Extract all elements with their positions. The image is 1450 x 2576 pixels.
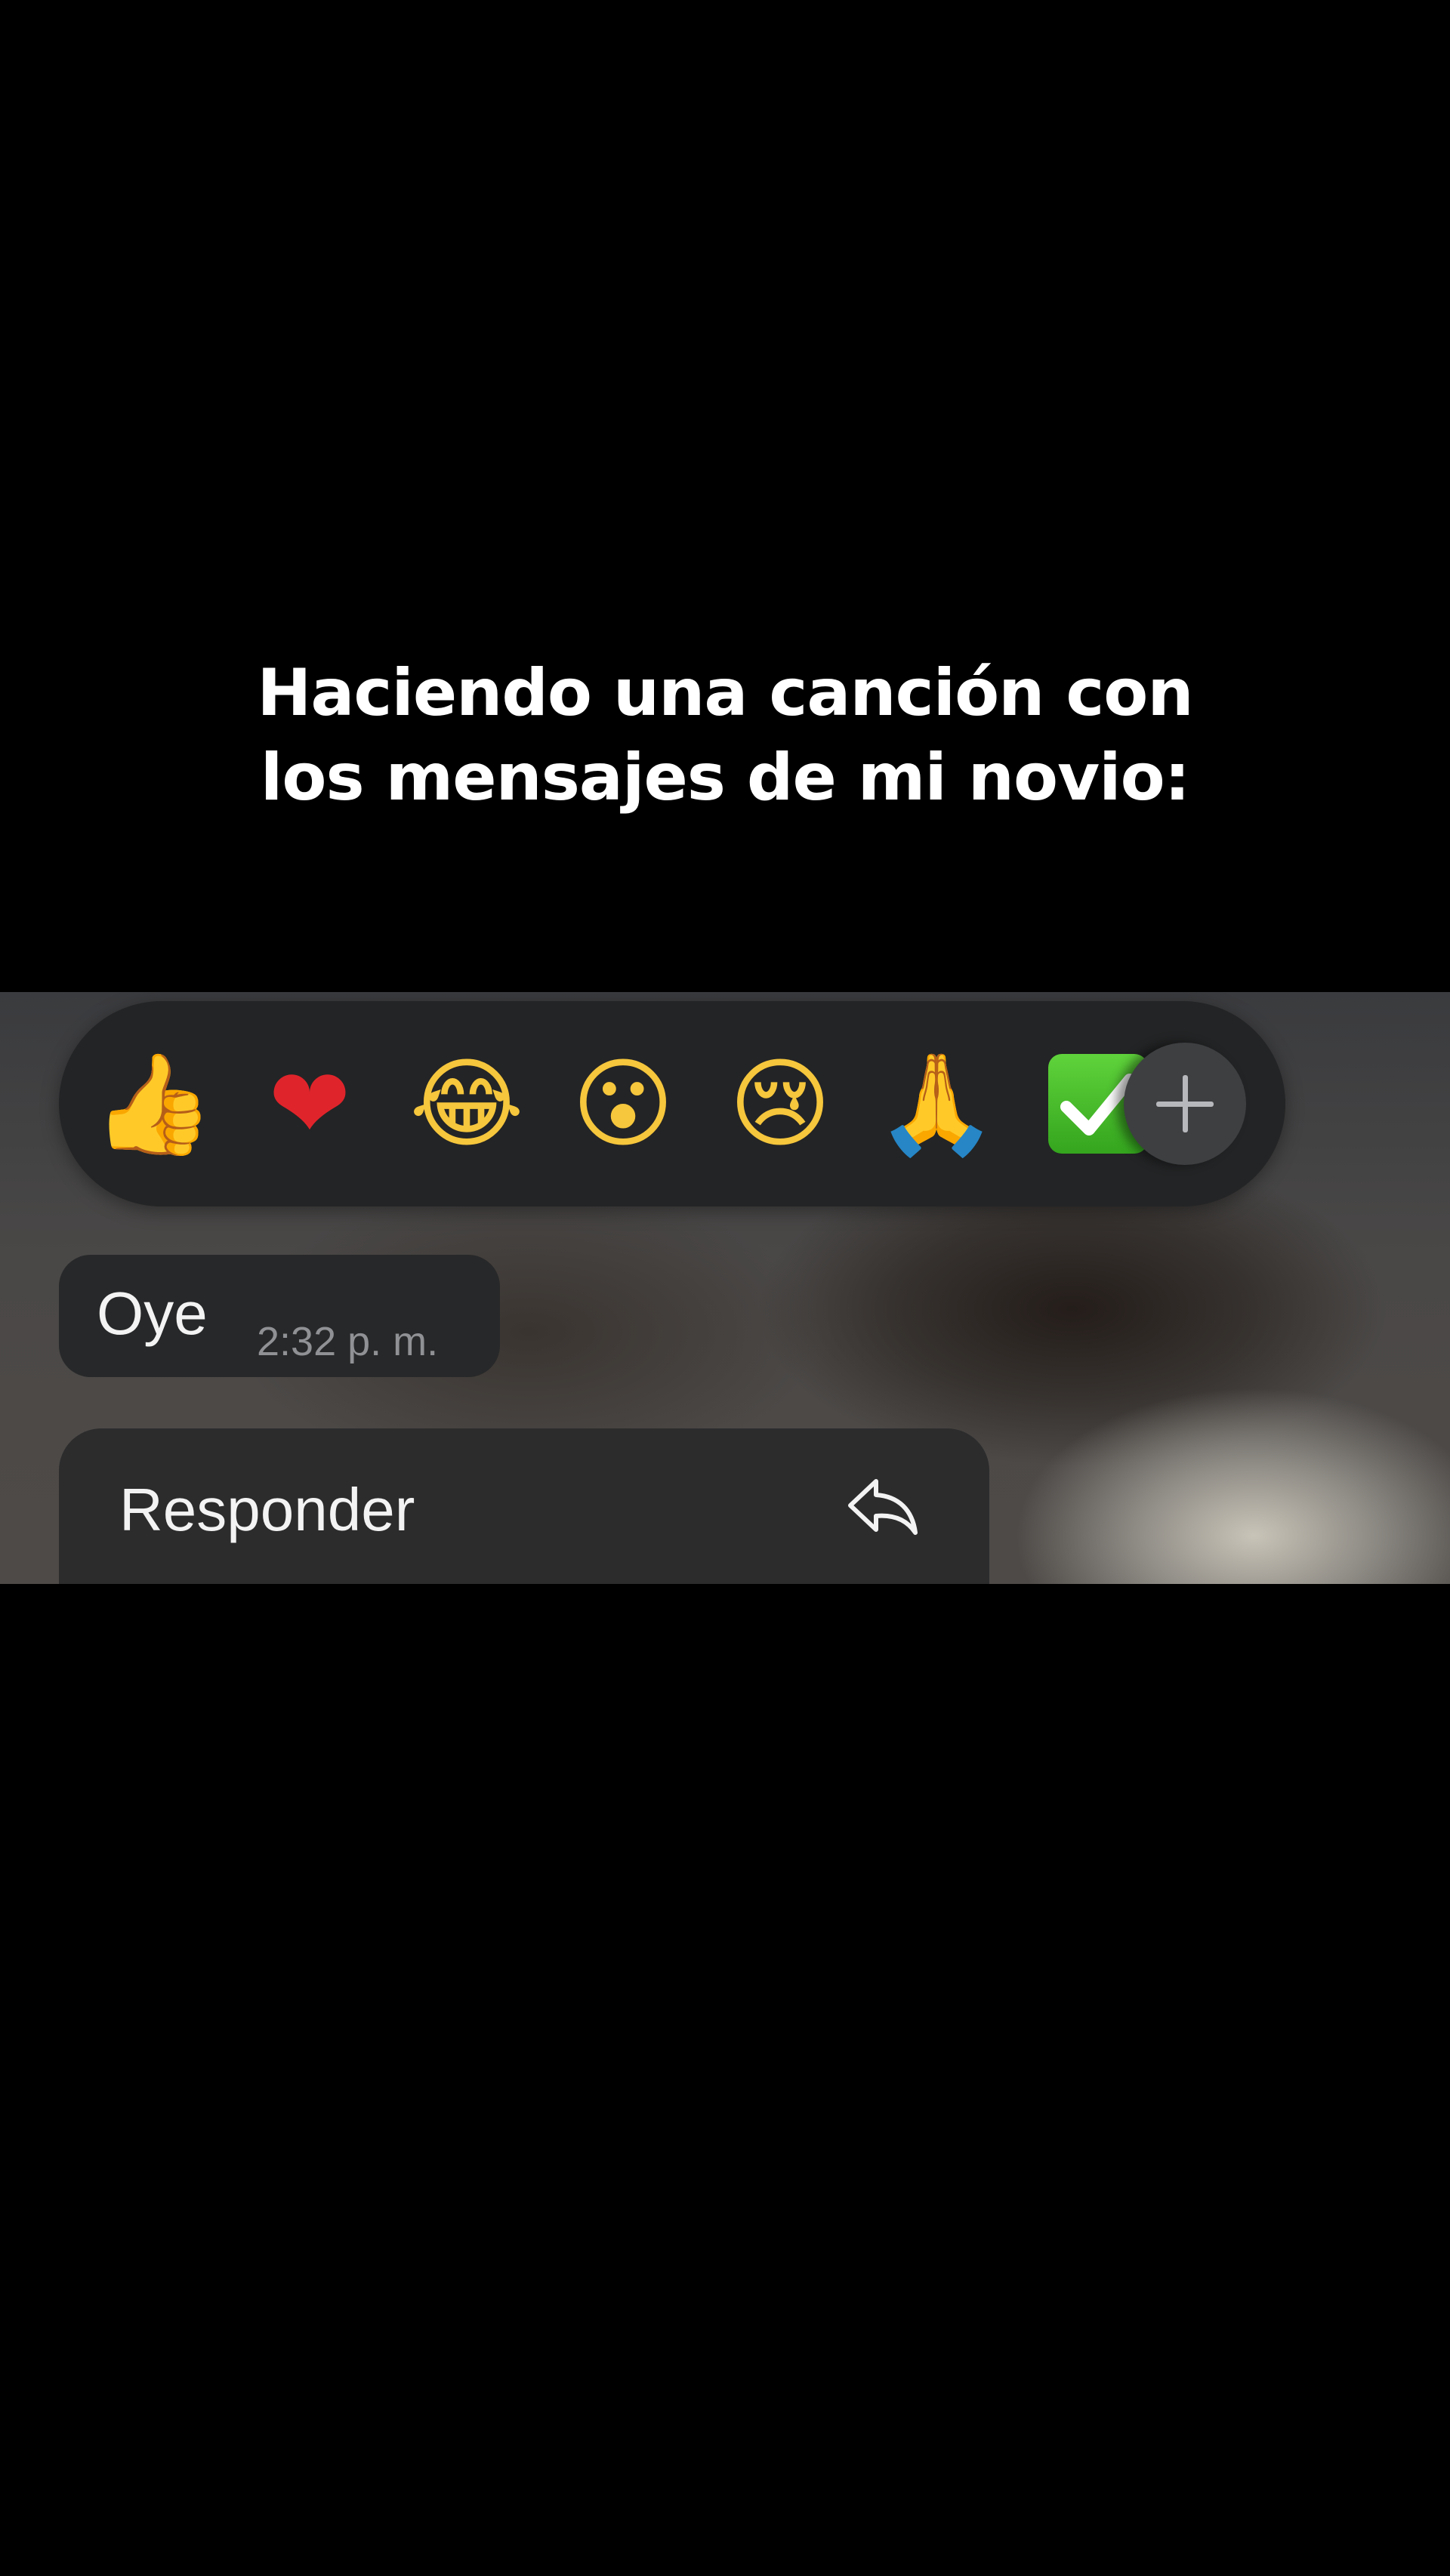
video-caption: Haciendo una canción con los mensajes de… — [0, 651, 1450, 820]
tears-of-joy-icon[interactable]: 😂 — [399, 1001, 535, 1206]
chat-screenshot: 👍 ❤ 😂 😮 😢 🙏 Oye 2:32 p. m. Responder — [0, 992, 1450, 1584]
crying-face-icon[interactable]: 😢 — [712, 1001, 848, 1206]
red-heart-icon[interactable]: ❤ — [242, 1001, 378, 1206]
reaction-bar: 👍 ❤ 😂 😮 😢 🙏 — [59, 1001, 1285, 1206]
add-reaction-button[interactable] — [1124, 1043, 1246, 1165]
surprised-face-icon[interactable]: 😮 — [555, 1001, 691, 1206]
context-menu: Responder — [59, 1428, 989, 1584]
message-bubble[interactable]: Oye 2:32 p. m. — [59, 1255, 500, 1377]
caption-line-2: los mensajes de mi novio: — [260, 740, 1190, 815]
message-text: Oye — [97, 1280, 208, 1347]
reply-label: Responder — [119, 1476, 415, 1543]
folded-hands-icon[interactable]: 🙏 — [868, 1001, 1004, 1206]
message-timestamp: 2:32 p. m. — [257, 1319, 439, 1364]
caption-line-1: Haciendo una canción con — [257, 655, 1193, 731]
thumbs-up-icon[interactable]: 👍 — [85, 1001, 221, 1206]
reply-arrow-icon — [848, 1479, 918, 1535]
